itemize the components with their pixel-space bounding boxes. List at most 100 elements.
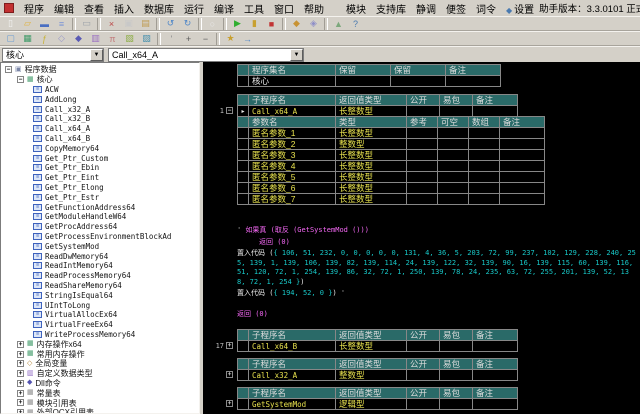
menu-dictionary[interactable]: 词令 bbox=[471, 0, 501, 17]
run-icon[interactable]: ▶ bbox=[229, 17, 246, 31]
menu-database[interactable]: 数据库 bbox=[139, 0, 179, 17]
cut-icon[interactable]: × bbox=[103, 17, 120, 31]
table-cell[interactable] bbox=[472, 369, 518, 381]
table-cell[interactable]: 逻辑型 bbox=[335, 398, 407, 410]
menu-view[interactable]: 查看 bbox=[79, 0, 109, 17]
tree-sub-item[interactable]: ≡ Get_Ptr_Custom bbox=[3, 153, 199, 163]
menu-settings[interactable]: ◆ 设置 bbox=[501, 0, 539, 17]
tree-sub-item[interactable]: ≡ ReadProcessMemory64 bbox=[3, 271, 199, 281]
code-line[interactable]: 置入代码 ({ 194, 52, 0 }) ' bbox=[203, 288, 640, 300]
expand-toggle[interactable]: + bbox=[17, 340, 24, 348]
insert-constant-icon[interactable]: π bbox=[104, 32, 121, 46]
tree-sub-item[interactable]: ≡ Get_Ptr_Eint bbox=[3, 173, 199, 183]
tree-sub-item[interactable]: ≡ Call_x32_A bbox=[3, 104, 199, 114]
menu-module[interactable]: 模块 bbox=[341, 0, 371, 17]
expand-toggle[interactable]: + bbox=[17, 399, 24, 407]
tree-sub-item[interactable]: ≡ AddLong bbox=[3, 94, 199, 104]
table-cell[interactable] bbox=[406, 193, 438, 205]
tree-sub-item[interactable]: ≡ StringIsEqual64 bbox=[3, 290, 199, 300]
collapse-toggle[interactable]: − bbox=[5, 66, 12, 74]
fold-toggle[interactable]: + bbox=[226, 342, 233, 349]
code-text[interactable]: 返回 (0) bbox=[237, 309, 640, 321]
table-row[interactable]: + Call_x32_A 整数型 bbox=[203, 369, 640, 381]
menu-run[interactable]: 运行 bbox=[179, 0, 209, 17]
stop-icon[interactable]: ■ bbox=[263, 17, 280, 31]
table-cell[interactable] bbox=[472, 398, 518, 410]
tree-item[interactable]: + ◇ 全局变量 bbox=[3, 359, 199, 369]
code-line[interactable]: 置入代码 ({ 106, 51, 232, 0, 0, 0, 0, 0, 131… bbox=[203, 248, 640, 288]
tree-sub-item[interactable]: ≡ GetProcAddress64 bbox=[3, 222, 199, 232]
tree-sub-item[interactable]: ≡ GetModuleHandleW64 bbox=[3, 212, 199, 222]
print-icon[interactable]: ▭ bbox=[78, 17, 95, 31]
code-text[interactable]: 置入代码 ({ 106, 51, 232, 0, 0, 0, 0, 0, 131… bbox=[237, 248, 640, 288]
table-cell[interactable]: GetSystemMod bbox=[248, 398, 336, 410]
tree-sub-item[interactable]: ≡ Get_Ptr_Ebin bbox=[3, 163, 199, 173]
expand-toggle[interactable]: + bbox=[17, 389, 24, 397]
tree-sub-item[interactable]: ≡ ReadIntMemory64 bbox=[3, 261, 199, 271]
menu-compile[interactable]: 编译 bbox=[209, 0, 239, 17]
tree-sub-item[interactable]: ≡ VirtualFreeEx64 bbox=[3, 320, 199, 330]
code-line[interactable]: ' 如果真 (取反 (GetSystemMod ())) bbox=[203, 225, 640, 237]
table-cell[interactable] bbox=[439, 340, 473, 352]
table-cell[interactable] bbox=[499, 193, 545, 205]
copy-icon[interactable]: ▣ bbox=[120, 17, 137, 31]
tree-item[interactable]: + ▦ 外部OCX引用表 bbox=[3, 408, 199, 413]
code-editor[interactable]: 程序集名 保留 保留 备注 核心 子程序名 返回值类型 公开 易包 备注 1− ▸ Call_x64_A… bbox=[203, 62, 640, 414]
table-cell[interactable]: 核心 bbox=[248, 75, 336, 87]
menu-note[interactable]: 便签 bbox=[441, 0, 471, 17]
tree-sub-item[interactable]: ≡ Call_x64_A bbox=[3, 124, 199, 134]
expand-toggle[interactable]: + bbox=[17, 350, 24, 358]
fold-toggle[interactable]: − bbox=[226, 107, 233, 114]
tree-root[interactable]: − ▣ 程序数据 bbox=[3, 65, 199, 75]
menu-tool[interactable]: 工具 bbox=[239, 0, 269, 17]
expand-toggle[interactable]: + bbox=[17, 379, 24, 387]
menu-window[interactable]: 窗口 bbox=[269, 0, 299, 17]
table-cell[interactable]: 整数型 bbox=[335, 369, 407, 381]
chevron-down-icon[interactable]: ▼ bbox=[90, 48, 103, 61]
table-cell[interactable] bbox=[406, 398, 440, 410]
goto-icon[interactable]: → bbox=[239, 32, 256, 46]
save-icon[interactable]: ▬ bbox=[36, 17, 53, 31]
tree-sub-item[interactable]: ≡ WriteProcessMemory64 bbox=[3, 330, 199, 340]
redo-icon[interactable]: ↻ bbox=[179, 17, 196, 31]
table-cell[interactable] bbox=[468, 193, 500, 205]
menu-edit[interactable]: 编辑 bbox=[49, 0, 79, 17]
table-cell[interactable] bbox=[406, 369, 440, 381]
expand-toggle[interactable]: + bbox=[17, 370, 24, 378]
table-cell[interactable] bbox=[335, 75, 391, 87]
find-icon[interactable]: ○ bbox=[204, 17, 221, 31]
help-icon[interactable]: ? bbox=[347, 17, 364, 31]
code-text[interactable]: 置入代码 ({ 194, 52, 0 }) ' bbox=[237, 288, 640, 300]
tree-sub-item[interactable]: ≡ Call_x32_B bbox=[3, 114, 199, 124]
fold-toggle[interactable]: + bbox=[226, 371, 233, 378]
save-all-icon[interactable]: ≡ bbox=[53, 17, 70, 31]
tree-sub-item[interactable]: ≡ Call_x64_B bbox=[3, 134, 199, 144]
menu-help[interactable]: 帮助 bbox=[299, 0, 329, 17]
new-icon[interactable]: ▯ bbox=[2, 17, 19, 31]
open-icon[interactable]: ▱ bbox=[19, 17, 36, 31]
expand-all-icon[interactable]: + bbox=[180, 32, 197, 46]
expand-toggle[interactable]: + bbox=[17, 360, 24, 368]
table-cell[interactable]: 长整数型 bbox=[335, 340, 407, 352]
insert-resource-icon[interactable]: ▧ bbox=[121, 32, 138, 46]
menu-static-debug[interactable]: 静调 bbox=[411, 0, 441, 17]
compile-icon[interactable]: ◆ bbox=[288, 17, 305, 31]
static-compile-icon[interactable]: ◈ bbox=[305, 17, 322, 31]
code-line[interactable]: 返回 (0) bbox=[203, 309, 640, 321]
expand-toggle[interactable]: + bbox=[17, 409, 24, 413]
insert-datatype-icon[interactable]: ▥ bbox=[87, 32, 104, 46]
insert-dll-icon[interactable]: ◆ bbox=[70, 32, 87, 46]
menu-program[interactable]: 程序 bbox=[19, 0, 49, 17]
insert-global-var-icon[interactable]: ◇ bbox=[53, 32, 70, 46]
tree-sub-item[interactable]: ≡ CopyMemory64 bbox=[3, 143, 199, 153]
table-cell[interactable]: Call_x64_B bbox=[248, 340, 336, 352]
table-cell[interactable] bbox=[437, 193, 469, 205]
options-icon[interactable]: ▲ bbox=[330, 17, 347, 31]
code-text[interactable]: ' 如果真 (取反 (GetSystemMod ())) bbox=[237, 225, 640, 237]
tree-sub-item[interactable]: ≡ GetProcessEnvironmentBlockAd bbox=[3, 232, 199, 242]
tree-sub-item[interactable]: ≡ Get_Ptr_Elong bbox=[3, 183, 199, 193]
table-row[interactable]: 匿名参数_7 长整数型 bbox=[203, 193, 640, 205]
tree-sub-item[interactable]: ≡ VirtualAllocEx64 bbox=[3, 310, 199, 320]
fold-toggle[interactable]: + bbox=[226, 400, 233, 407]
undo-icon[interactable]: ↺ bbox=[162, 17, 179, 31]
